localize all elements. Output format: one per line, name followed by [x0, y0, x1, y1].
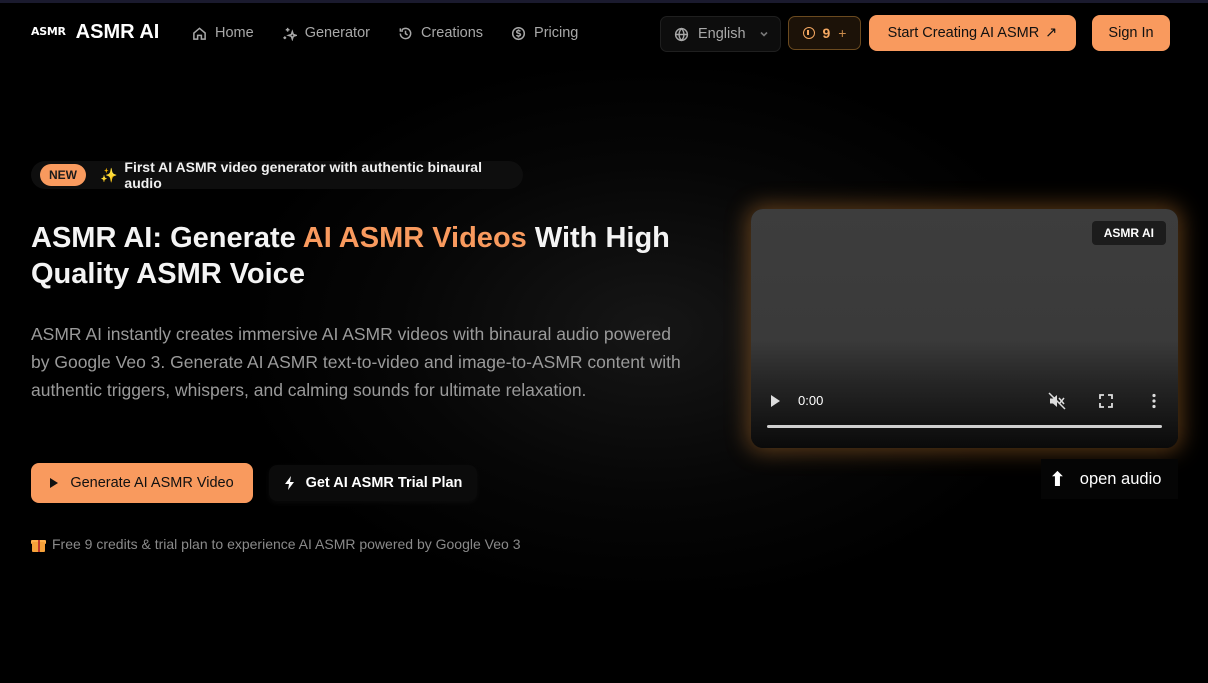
open-audio-hint[interactable]: ⬆ open audio [1041, 459, 1178, 499]
announcement-label: First AI ASMR video generator with authe… [124, 159, 482, 191]
language-value: English [698, 26, 746, 42]
sparkle-icon: ✨ [99, 166, 118, 183]
generate-video-label: Generate AI ASMR Video [70, 475, 234, 491]
title-prefix: ASMR AI: Generate [31, 222, 303, 254]
nav-link-label: Pricing [534, 25, 579, 41]
logo[interactable]: ASMR ASMR AI [31, 19, 159, 45]
nav-link-label: Home [215, 25, 254, 41]
add-credits-icon: + [838, 25, 847, 41]
nav-link-label: Generator [304, 25, 370, 41]
sparkles-icon [283, 27, 297, 41]
play-icon [50, 478, 59, 488]
history-icon [399, 27, 412, 39]
announcement-badge: NEW ✨ First AI ASMR video generator with… [31, 159, 523, 191]
dollar-circle-icon [511, 26, 526, 40]
start-creating-button[interactable]: Start Creating AI ASMR ↗ [869, 15, 1076, 51]
logo-mark: ASMR [31, 25, 66, 38]
trial-plan-button[interactable]: Get AI ASMR Trial Plan [269, 465, 477, 501]
fullscreen-icon[interactable] [1098, 393, 1114, 409]
trial-plan-label: Get AI ASMR Trial Plan [305, 475, 463, 491]
video-watermark: ASMR AI [1091, 221, 1166, 245]
sign-in-button[interactable]: Sign In [1092, 15, 1170, 51]
announcement-text: ✨ First AI ASMR video generator with aut… [100, 159, 523, 191]
new-badge: NEW [40, 164, 86, 186]
page-title: ASMR AI: Generate AI ASMR Videos With Hi… [31, 220, 681, 292]
free-credits-text: Free 9 credits & trial plan to experienc… [52, 536, 521, 552]
globe-icon [674, 27, 689, 41]
open-audio-label: open audio [1079, 469, 1162, 488]
nav-link-pricing[interactable]: Pricing [511, 22, 578, 44]
more-options-icon[interactable] [1150, 392, 1158, 410]
video-play-icon[interactable] [771, 395, 780, 407]
nav-link-label: Creations [420, 25, 484, 41]
logo-text: ASMR AI [75, 21, 160, 43]
language-select[interactable]: English [660, 16, 781, 52]
video-time: 0:00 [798, 393, 824, 408]
coin-icon [802, 27, 815, 39]
credits-count: 9 [822, 25, 831, 41]
start-creating-label: Start Creating AI ASMR [887, 25, 1040, 41]
nav-link-generator[interactable]: Generator [282, 22, 370, 44]
lightning-icon [284, 476, 294, 490]
video-player[interactable]: ASMR AI 0:00 [751, 209, 1178, 448]
credits-button[interactable]: 9 + [788, 16, 861, 50]
mute-icon[interactable] [1048, 392, 1066, 410]
arrow-up-right-icon: ↗ [1045, 25, 1058, 41]
top-navigation: ASMR ASMR AI Home Generator Creations Pr… [0, 0, 1208, 66]
video-progress-bar[interactable] [767, 425, 1162, 428]
nav-links: Home Generator Creations Pricing [192, 22, 578, 44]
nav-link-creations[interactable]: Creations [398, 22, 483, 44]
arrow-up-icon: ⬆ [1049, 468, 1066, 491]
free-credits-note: Free 9 credits & trial plan to experienc… [31, 536, 520, 552]
chevron-down-icon [759, 31, 768, 37]
home-icon [193, 26, 206, 40]
generate-video-button[interactable]: Generate AI ASMR Video [31, 463, 253, 503]
gift-icon [31, 537, 46, 552]
title-accent: AI ASMR Videos [302, 222, 527, 254]
nav-link-home[interactable]: Home [192, 22, 254, 44]
hero-description: ASMR AI instantly creates immersive AI A… [31, 324, 681, 400]
